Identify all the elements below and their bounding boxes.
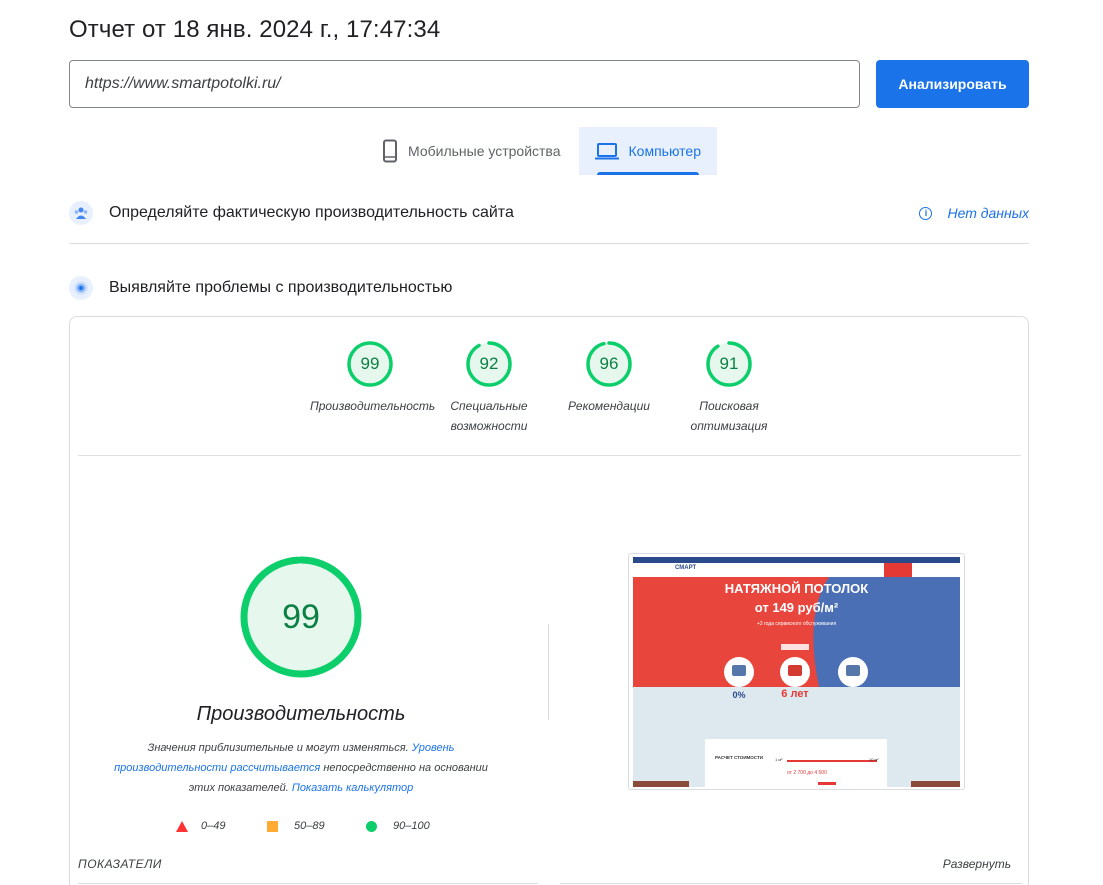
score-performance[interactable]: 99 Производительность [310, 340, 435, 416]
shot-headline2: от 149 руб/м² [754, 600, 839, 615]
legend-average-label: 50–89 [294, 820, 325, 832]
shot-logo: СМАРТ [675, 565, 697, 571]
score-value: 99 [360, 354, 380, 373]
users-icon [69, 201, 93, 225]
legend-poor: 0–49 [176, 820, 225, 832]
url-input[interactable] [69, 60, 860, 108]
card-divider [78, 455, 1021, 456]
score-value: 91 [719, 354, 739, 373]
metrics-divider [560, 883, 1022, 884]
score-seo[interactable]: 91 Поисковая оптимизация [669, 340, 789, 436]
shot-calc-range: от 2 700 до 4 500 [787, 770, 827, 776]
score-label: Специальные возможности [429, 396, 549, 436]
expand-toggle[interactable]: Развернуть [943, 857, 1011, 871]
tab-mobile-label: Мобильные устройства [408, 143, 561, 159]
shot-headline1: НАТЯЖНОЙ ПОТОЛОК [724, 581, 869, 596]
lighthouse-report-card: 99 Производительность 92 Специальные воз… [69, 316, 1029, 885]
phone-icon [383, 139, 397, 163]
shot-calc-min: 1 м² [775, 757, 783, 762]
performance-title: Производительность [196, 703, 406, 725]
score-gauge: 92 [465, 340, 513, 388]
lab-data-section: Выявляйте проблемы с производительностью [69, 272, 1029, 304]
triangle-icon [176, 820, 188, 832]
no-data-label: Нет данных [947, 205, 1029, 221]
lab-data-title: Выявляйте проблемы с производительностью [109, 279, 453, 296]
score-label: Рекомендации [549, 396, 669, 416]
legend-good-label: 90–100 [393, 820, 430, 832]
device-tabs: Мобильные устройства Компьютер [372, 127, 717, 175]
tab-desktop[interactable]: Компьютер [578, 127, 717, 175]
score-label-line1: Производительность [310, 399, 436, 413]
score-gauge: 99 [346, 340, 394, 388]
score-gauge: 96 [585, 340, 633, 388]
score-label: Производительность [310, 396, 435, 416]
shot-calc-max: 10 м² [869, 757, 879, 762]
score-label-line2: возможности [450, 419, 528, 433]
tab-desktop-label: Компьютер [628, 143, 701, 159]
score-value: 92 [479, 354, 499, 373]
calculator-link[interactable]: Показать калькулятор [292, 782, 413, 794]
legend-average: 50–89 [267, 820, 325, 832]
info-icon: i [919, 206, 933, 220]
legend-good: 90–100 [366, 820, 430, 832]
metrics-label: ПОКАЗАТЕЛИ [78, 857, 162, 871]
section-divider [69, 243, 1029, 244]
square-icon [267, 820, 278, 832]
score-label-line2: оптимизация [690, 419, 768, 433]
laptop-icon [594, 143, 619, 160]
metrics-divider [78, 883, 538, 884]
legend-poor-label: 0–49 [201, 820, 226, 832]
performance-score: 99 [282, 597, 320, 636]
score-label: Поисковая оптимизация [669, 396, 789, 436]
no-data-link[interactable]: i Нет данных [919, 205, 1029, 221]
tab-mobile[interactable]: Мобильные устройства [372, 127, 579, 175]
shot-stat1: 0% [732, 690, 746, 700]
performance-gauge: 99 [240, 556, 362, 678]
circle-icon [366, 820, 377, 832]
analyze-button[interactable]: Анализировать [876, 60, 1029, 108]
field-data-section: Определяйте фактическую производительнос… [69, 197, 1029, 229]
score-gauge: 91 [705, 340, 753, 388]
field-data-title: Определяйте фактическую производительнос… [109, 204, 514, 221]
report-title: Отчет от 18 янв. 2024 г., 17:47:34 [69, 16, 441, 43]
score-accessibility[interactable]: 92 Специальные возможности [429, 340, 549, 436]
score-best-practices[interactable]: 96 Рекомендации [549, 340, 669, 416]
shot-calc-title: РАСЧЕТ СТОИМОСТИ [715, 755, 763, 760]
diagnostics-icon [69, 276, 93, 300]
score-label-line1: Поисковая [699, 399, 759, 413]
shot-sub: +3 года сервисного обслуживания [756, 621, 837, 627]
score-label-line1: Специальные [450, 399, 528, 413]
page-screenshot: СМАРТ НАТЯЖНОЙ ПОТОЛОК от 149 руб/м² +3 … [628, 553, 965, 790]
score-value: 96 [599, 354, 619, 373]
vertical-divider [548, 624, 549, 720]
score-label-line1: Рекомендации [568, 399, 650, 413]
shot-stat2: 6 лет [781, 688, 809, 700]
performance-description: Значения приблизительные и могут изменят… [100, 738, 502, 798]
desc-text: Значения приблизительные и могут изменят… [147, 742, 409, 754]
